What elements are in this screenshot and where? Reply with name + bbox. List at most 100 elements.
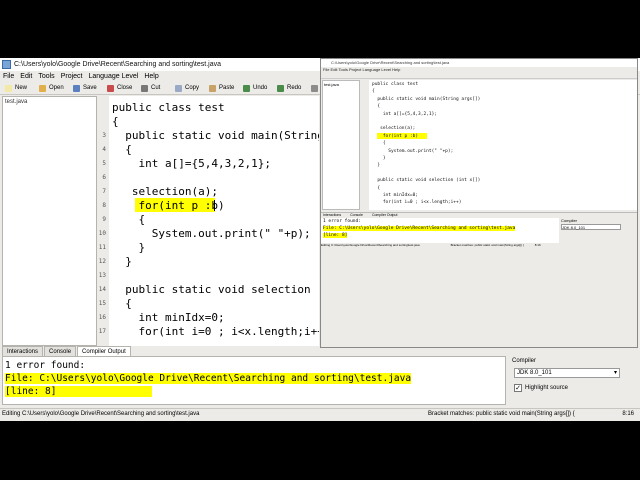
preview-code-line: { [372, 141, 386, 147]
code-line[interactable]: selection(a); [112, 185, 218, 198]
toolbar-button-label: New [15, 85, 28, 91]
code-line[interactable]: public class test [112, 101, 225, 114]
toolbar-button-label: Cut [151, 85, 161, 91]
toolbar-button-label: Save [83, 85, 97, 91]
menu-project[interactable]: Project [61, 73, 83, 80]
app-icon [2, 60, 11, 69]
preview-code-line: { [372, 89, 375, 95]
status-cursor-position: 8:16 [622, 411, 634, 417]
code-line[interactable]: { [112, 297, 132, 310]
preview-code-line: for(int i=0 ; i<x.length;i++) [372, 200, 462, 206]
preview-code-line: } [372, 163, 381, 169]
preview-code-line: for(int p :b) [372, 133, 419, 139]
line-number: 12 [98, 258, 106, 265]
tab-compiler-output[interactable]: Compiler Output [77, 346, 131, 356]
preview-status-mid: Bracket matches: public static void main… [450, 243, 524, 247]
code-line[interactable]: { [112, 143, 132, 156]
compiler-selected-value: JDK 8.0_101 [517, 370, 552, 376]
line-number: 11 [98, 244, 106, 251]
preview-code-line: public class test [372, 82, 419, 87]
paste-icon [209, 84, 216, 92]
code-line[interactable]: } [112, 241, 145, 254]
cut-button[interactable]: Cut [138, 83, 172, 94]
paste-button[interactable]: Paste [206, 83, 240, 94]
bottom-tabs: Interactions Console Compiler Output [2, 346, 132, 356]
code-line[interactable]: { [112, 115, 119, 128]
toolbar-button-label: Copy [185, 85, 200, 91]
undo-icon [243, 84, 250, 92]
text-cursor [214, 200, 215, 211]
error-line-number[interactable]: [line: 8] [5, 386, 153, 397]
tab-console[interactable]: Console [44, 346, 77, 356]
preview-document-list: test.java [322, 80, 360, 210]
compiler-label: Compiler [512, 358, 537, 364]
copy-button[interactable]: Copy [172, 83, 206, 94]
code-line[interactable]: public static void selection (int x[]) [112, 283, 319, 296]
line-number: 15 [98, 300, 106, 307]
preview-title: C:\Users\yolo\Google Drive\Recent\Search… [321, 59, 637, 67]
preview-status-right: 8:16 [534, 243, 541, 247]
document-list: test.java [2, 96, 97, 346]
status-bracket-match: Bracket matches: public static void main… [428, 411, 575, 417]
error-count-line: 1 error found: [5, 360, 86, 371]
save-icon [73, 84, 80, 92]
highlight-source-label: Highlight source [525, 385, 569, 391]
preview-compiler-select: JDK 8.0_101 [561, 224, 621, 230]
toolbar-button-label: Close [117, 85, 133, 91]
code-line[interactable]: System.out.print(" "+p); [112, 227, 311, 240]
preview-code-line: System.out.print(" "+p); [372, 148, 454, 154]
compiler-select[interactable]: JDK 8.0_101 ▾ [514, 368, 620, 378]
line-number: 9 [102, 216, 106, 223]
code-line[interactable]: public static void main(String a [112, 129, 319, 142]
line-number: 17 [98, 328, 106, 335]
line-number: 16 [98, 314, 106, 321]
save-button[interactable]: Save [70, 83, 104, 94]
find-icon [311, 84, 318, 92]
code-line[interactable]: for(int p :b) [112, 199, 224, 212]
document-item[interactable]: test.java [5, 99, 27, 105]
menu-help[interactable]: Help [144, 73, 158, 80]
menu-tools[interactable]: Tools [38, 73, 54, 80]
open-button[interactable]: Open [36, 83, 70, 94]
letterbox-top [0, 0, 640, 58]
preview-console-line: 1 error found: [323, 219, 361, 224]
toolbar-button-label: Undo [253, 85, 268, 91]
close-icon [107, 84, 114, 92]
preview-code-line: selection(a); [372, 126, 416, 132]
preview-code-line: int minIdx=0; [372, 193, 419, 198]
code-line[interactable]: } [112, 255, 132, 268]
tab-interactions[interactable]: Interactions [2, 346, 44, 356]
line-number: 14 [98, 286, 106, 293]
close-button[interactable]: Close [104, 83, 138, 94]
new-button[interactable]: New [2, 83, 36, 94]
embedded-screen-preview: C:\Users\yolo\Google Drive\Recent\Search… [320, 58, 638, 348]
copy-icon [175, 84, 182, 92]
drjava-window: C:\Users\yolo\Google Drive\Recent\Search… [0, 58, 640, 421]
new-file-icon [5, 84, 12, 92]
preview-code-line: { [372, 185, 381, 191]
menu-file[interactable]: File [3, 73, 14, 80]
undo-button[interactable]: Undo [240, 83, 274, 94]
code-line[interactable]: int a[]={5,4,3,2,1}; [112, 157, 270, 170]
error-file-line[interactable]: File: C:\Users\yolo\Google Drive\Recent\… [5, 373, 412, 384]
preview-status-left: Editing C:\Users\yolo\Google Drive\Recen… [321, 243, 420, 247]
compiler-output-panel[interactable]: 1 error found: File: C:\Users\yolo\Googl… [2, 356, 506, 405]
menu-edit[interactable]: Edit [20, 73, 32, 80]
code-line[interactable]: { [112, 213, 145, 226]
code-line[interactable]: int minIdx=0; [112, 311, 224, 324]
highlight-source-checkbox[interactable]: ✓ [514, 384, 522, 392]
preview-console-line: [line: 8] [323, 233, 348, 238]
status-file-path: Editing C:\Users\yolo\Google Drive\Recen… [2, 411, 200, 417]
line-number: 7 [102, 188, 106, 195]
highlight-source-option[interactable]: ✓ Highlight source [514, 384, 568, 392]
cut-icon [141, 84, 148, 92]
line-number: 13 [98, 272, 106, 279]
window-title: C:\Users\yolo\Google Drive\Recent\Search… [14, 61, 221, 68]
toolbar-button-label: Redo [287, 85, 302, 91]
preview-code-line: { [372, 104, 381, 110]
code-editor[interactable]: public class test{ public static void ma… [109, 96, 319, 346]
code-line[interactable]: for(int i=0 ; i<x.length;i++) [112, 325, 319, 338]
line-number: 8 [102, 202, 106, 209]
menu-language-level[interactable]: Language Level [88, 73, 138, 80]
redo-button[interactable]: Redo [274, 83, 308, 94]
